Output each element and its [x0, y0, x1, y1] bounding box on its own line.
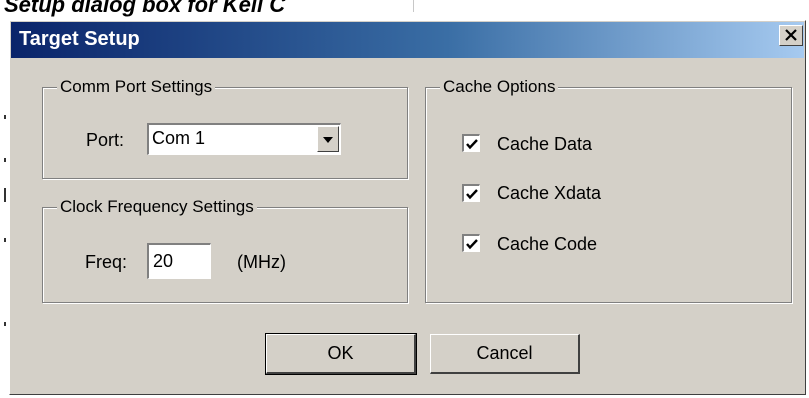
port-dropdown-value: Com 1: [152, 128, 206, 148]
checkmark-icon: [466, 239, 478, 250]
freq-label: Freq:: [85, 252, 128, 272]
title-bar[interactable]: Target Setup: [11, 22, 804, 58]
cache-xdata-checkbox[interactable]: [462, 184, 480, 202]
cache-options-group-label: Cache Options: [440, 77, 559, 97]
close-icon: [785, 29, 797, 41]
checkmark-icon: [466, 139, 478, 150]
comm-port-group: Comm Port Settings Port: Com 1: [42, 77, 408, 179]
close-button[interactable]: [779, 25, 803, 46]
document-heading: Setup dialog box for Keil C: [4, 0, 286, 17]
port-dropdown-button[interactable]: [317, 126, 339, 152]
cache-code-checkbox[interactable]: [462, 234, 480, 252]
ok-button-label: OK: [327, 343, 354, 363]
cancel-button-label: Cancel: [476, 343, 533, 363]
comm-port-group-label: Comm Port Settings: [57, 77, 216, 97]
document-background: Setup dialog box for Keil C: [0, 0, 809, 20]
chevron-down-icon: [323, 137, 333, 143]
cache-data-label[interactable]: Cache Data: [497, 134, 592, 155]
cache-options-group: Cache Options Cache Data Cache Xdata Cac…: [425, 77, 792, 303]
port-label: Port:: [86, 130, 125, 150]
target-setup-dialog: Target Setup Comm Port Settings Port: Co…: [9, 20, 806, 395]
dialog-title: Target Setup: [19, 28, 140, 50]
freq-input[interactable]: [147, 243, 211, 279]
port-dropdown[interactable]: Com 1: [147, 123, 341, 155]
freq-unit-label: (MHz): [237, 252, 286, 272]
cancel-button[interactable]: Cancel: [430, 334, 580, 374]
cache-xdata-label[interactable]: Cache Xdata: [497, 183, 601, 204]
clock-frequency-group-label: Clock Frequency Settings: [57, 197, 257, 217]
clock-frequency-group: Clock Frequency Settings Freq: (MHz): [42, 197, 408, 303]
cache-code-label[interactable]: Cache Code: [497, 234, 597, 255]
checkmark-icon: [466, 189, 478, 200]
cache-data-checkbox[interactable]: [462, 134, 480, 152]
document-rule: [413, 0, 414, 12]
ok-button[interactable]: OK: [265, 333, 417, 375]
